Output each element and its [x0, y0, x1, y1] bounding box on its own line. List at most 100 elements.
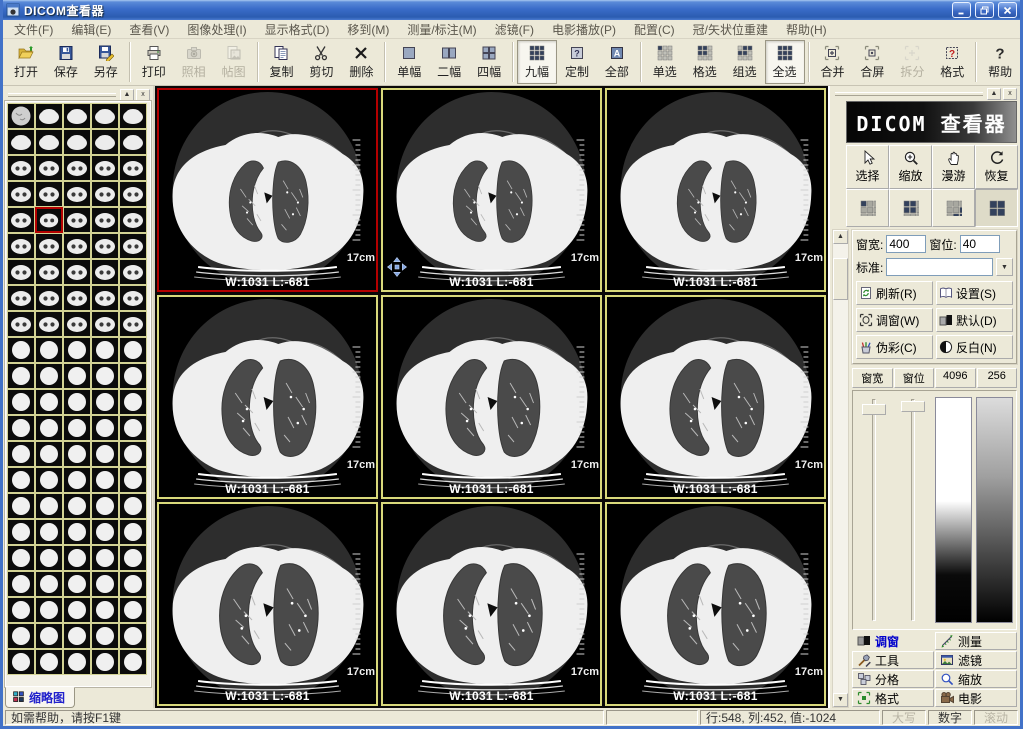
viewer-cell-7[interactable]: 17cmW:1031 L:-681: [157, 502, 378, 706]
thumbnail-item[interactable]: [7, 363, 35, 389]
panel-mode-button-filter[interactable]: 滤镜: [935, 651, 1017, 669]
thumbnail-item[interactable]: [91, 259, 119, 285]
panel-mode-button-cine[interactable]: 电影: [935, 689, 1017, 707]
toolbar-button-copy[interactable]: 复制: [262, 40, 302, 84]
thumbnail-item[interactable]: [119, 259, 147, 285]
thumbnail-item[interactable]: [91, 233, 119, 259]
thumbnail-item[interactable]: [91, 571, 119, 597]
tool-button-restore-undo[interactable]: 恢复: [975, 145, 1018, 189]
thumbnail-item[interactable]: [35, 623, 63, 649]
toolbar-button-cut[interactable]: 剪切: [301, 40, 341, 84]
menu-item-3[interactable]: 图像处理(I): [178, 19, 255, 40]
thumbnail-item[interactable]: [119, 597, 147, 623]
thumbnail-item[interactable]: [63, 467, 91, 493]
menu-item-9[interactable]: 配置(C): [625, 19, 684, 40]
thumbnail-item[interactable]: [7, 441, 35, 467]
window-level-input[interactable]: [960, 235, 1000, 253]
thumbnail-item[interactable]: [35, 441, 63, 467]
thumbnail-item[interactable]: [63, 571, 91, 597]
thumbnail-item[interactable]: [119, 207, 147, 233]
thumbnail-item[interactable]: [91, 207, 119, 233]
tool-button-select-cursor[interactable]: 选择: [846, 145, 889, 189]
thumbnail-item[interactable]: [63, 233, 91, 259]
thumbnail-item[interactable]: [91, 181, 119, 207]
thumbnail-item[interactable]: [63, 337, 91, 363]
toolbar-button-help[interactable]: ?帮助: [980, 40, 1020, 84]
panel-close-button[interactable]: x: [136, 89, 150, 101]
menu-item-5[interactable]: 移到(M): [338, 19, 398, 40]
toolbar-button-layout-custom[interactable]: ?定制: [557, 40, 597, 84]
thumbnail-item[interactable]: [91, 285, 119, 311]
thumbnail-item[interactable]: [63, 519, 91, 545]
thumbnail-item[interactable]: [119, 467, 147, 493]
panel-mode-button-partition[interactable]: 分格: [852, 670, 934, 688]
thumbnail-item[interactable]: [119, 545, 147, 571]
toolbar-button-layout-4[interactable]: 四幅: [469, 40, 509, 84]
thumbnail-item[interactable]: [91, 545, 119, 571]
toolbar-button-open-folder[interactable]: 打开: [6, 40, 46, 84]
menu-item-10[interactable]: 冠/矢状位重建: [684, 19, 777, 40]
thumbnail-item[interactable]: [63, 129, 91, 155]
thumbnail-item[interactable]: [91, 129, 119, 155]
thumbnail-item[interactable]: [119, 103, 147, 129]
thumbnail-item[interactable]: [91, 337, 119, 363]
thumbnail-item[interactable]: [63, 311, 91, 337]
panel-mode-button-format-small[interactable]: 格式: [852, 689, 934, 707]
menu-item-1[interactable]: 编辑(E): [62, 19, 120, 40]
thumbnail-item[interactable]: [35, 493, 63, 519]
toolbar-button-layout-2[interactable]: 二幅: [429, 40, 469, 84]
toolbar-button-save[interactable]: 保存: [46, 40, 86, 84]
viewer-cell-4[interactable]: 17cmW:1031 L:-681: [157, 295, 378, 499]
toolbar-button-layout-1[interactable]: 单幅: [389, 40, 429, 84]
maximize-button[interactable]: [975, 2, 994, 18]
window-width-slider[interactable]: [856, 397, 891, 623]
thumbnail-item[interactable]: [35, 649, 63, 675]
grid-mode-button-2[interactable]: [889, 189, 932, 227]
viewer-cell-2[interactable]: 17cmW:1031 L:-681: [381, 88, 602, 292]
thumbnail-item[interactable]: [63, 259, 91, 285]
thumbnail-item[interactable]: [35, 103, 63, 129]
thumbnail-item[interactable]: [63, 493, 91, 519]
thumbnail-item[interactable]: [35, 155, 63, 181]
scroll-down-button[interactable]: ▼: [833, 693, 848, 707]
thumbnail-item[interactable]: [63, 545, 91, 571]
close-button[interactable]: [998, 2, 1017, 18]
thumbnail-item[interactable]: [91, 415, 119, 441]
thumbnail-item[interactable]: [119, 311, 147, 337]
thumbnail-item[interactable]: [7, 233, 35, 259]
preset-input[interactable]: [886, 258, 993, 276]
thumbnail-item[interactable]: [91, 363, 119, 389]
thumbnail-item[interactable]: [35, 233, 63, 259]
thumbnail-item[interactable]: [91, 597, 119, 623]
thumbnail-item[interactable]: [35, 259, 63, 285]
toolbar-button-layout-all[interactable]: A全部: [597, 40, 637, 84]
thumbnail-item[interactable]: [7, 337, 35, 363]
thumbnail-item[interactable]: [91, 493, 119, 519]
thumbnail-item[interactable]: [35, 181, 63, 207]
menu-item-4[interactable]: 显示格式(D): [256, 19, 339, 40]
toolbar-button-save-as[interactable]: 另存: [86, 40, 126, 84]
thumbnail-item[interactable]: [91, 649, 119, 675]
grid-mode-button-3[interactable]: [932, 189, 975, 227]
toolbar-button-select-single[interactable]: 单选: [645, 40, 685, 84]
thumbnail-item[interactable]: [7, 129, 35, 155]
thumbnail-item[interactable]: [7, 311, 35, 337]
menu-item-6[interactable]: 测量/标注(M): [398, 19, 485, 40]
thumbnail-item[interactable]: [7, 623, 35, 649]
thumbnail-item[interactable]: [35, 571, 63, 597]
grid-mode-button-4[interactable]: [975, 189, 1018, 227]
thumbnail-item[interactable]: [119, 415, 147, 441]
action-button-default-gradient[interactable]: 默认(D): [936, 308, 1013, 332]
thumbnail-item[interactable]: [119, 285, 147, 311]
panel-mode-button-tools[interactable]: 工具: [852, 651, 934, 669]
toolbar-button-merge-screen[interactable]: 合屏: [852, 40, 892, 84]
thumbnail-item[interactable]: [7, 467, 35, 493]
toolbar-button-delete[interactable]: 删除: [341, 40, 381, 84]
thumbnail-item[interactable]: [63, 415, 91, 441]
thumbnail-item[interactable]: [35, 597, 63, 623]
thumbnail-item[interactable]: [119, 129, 147, 155]
thumbnail-item[interactable]: [119, 519, 147, 545]
thumbnail-item[interactable]: [35, 415, 63, 441]
thumbnail-item[interactable]: [63, 441, 91, 467]
viewer-cell-1[interactable]: 17cmW:1031 L:-681: [157, 88, 378, 292]
